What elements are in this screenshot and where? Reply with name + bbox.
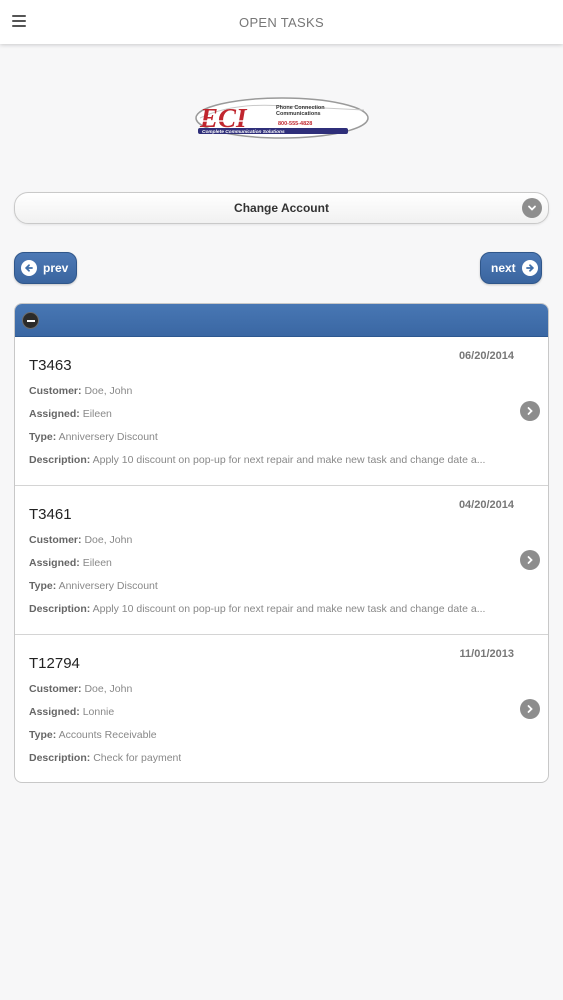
task-customer: Customer: Doe, John <box>29 683 133 695</box>
task-list-header <box>15 304 548 337</box>
prev-button[interactable]: prev <box>14 252 77 284</box>
task-description: Description: Apply 10 discount on pop-up… <box>29 603 486 615</box>
task-item[interactable]: T12794 11/01/2013 Customer: Doe, John As… <box>15 635 548 782</box>
chevron-right-icon <box>520 550 540 570</box>
task-assigned: Assigned: Lonnie <box>29 706 115 718</box>
task-assigned: Assigned: Eileen <box>29 408 112 420</box>
task-list-panel: T3463 06/20/2014 Customer: Doe, John Ass… <box>14 303 549 783</box>
task-type: Type: Anniversery Discount <box>29 580 158 592</box>
task-id: T3463 <box>29 357 72 374</box>
chevron-right-icon <box>520 401 540 421</box>
arrow-left-icon <box>21 260 37 276</box>
change-account-select[interactable]: Change Account <box>14 192 549 224</box>
task-date: 04/20/2014 <box>458 499 514 511</box>
task-description: Description: Check for payment <box>29 752 182 764</box>
prev-label: prev <box>43 261 69 275</box>
task-type: Type: Anniversery Discount <box>29 431 158 443</box>
task-customer: Customer: Doe, John <box>29 385 133 397</box>
page-title: OPEN TASKS <box>239 14 324 30</box>
task-id: T3461 <box>29 506 72 523</box>
collapse-minus-icon[interactable] <box>22 312 39 329</box>
change-account-label: Change Account <box>234 201 329 215</box>
next-label: next <box>491 261 516 275</box>
chevron-down-icon <box>522 198 542 218</box>
logo-company-line2: Communications <box>276 111 321 117</box>
chevron-right-icon <box>520 699 540 719</box>
task-date: 11/01/2013 <box>459 648 514 660</box>
company-logo: ECI Phone Connection Communications 800-… <box>195 97 369 139</box>
task-item[interactable]: T3463 06/20/2014 Customer: Doe, John Ass… <box>15 337 548 486</box>
task-assigned: Assigned: Eileen <box>29 557 112 569</box>
top-bar: OPEN TASKS <box>0 0 563 44</box>
task-item[interactable]: T3461 04/20/2014 Customer: Doe, John Ass… <box>15 486 548 635</box>
logo-phone: 800-555-4828 <box>278 121 312 127</box>
hamburger-menu-icon[interactable] <box>12 15 26 28</box>
task-date: 06/20/2014 <box>458 350 514 362</box>
task-type: Type: Accounts Receivable <box>29 729 157 741</box>
next-button[interactable]: next <box>480 252 542 284</box>
logo-tagline: Complete Communication Solutions <box>202 129 285 135</box>
task-description: Description: Apply 10 discount on pop-up… <box>29 454 486 466</box>
task-id: T12794 <box>29 655 80 672</box>
task-customer: Customer: Doe, John <box>29 534 133 546</box>
arrow-right-icon <box>521 260 538 276</box>
